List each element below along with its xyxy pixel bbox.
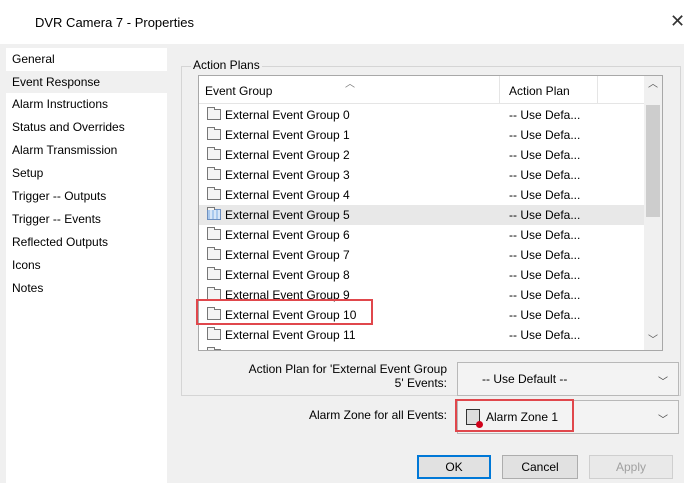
event-group-name: External Event Group 6 <box>225 228 350 242</box>
list-item[interactable]: External Event Group 4 -- Use Defa... <box>199 185 645 205</box>
folder-icon <box>207 287 221 300</box>
list-item[interactable]: External Event Group 2 -- Use Defa... <box>199 145 645 165</box>
folder-icon <box>207 267 221 280</box>
action-plan-value: -- Use Defa... <box>509 328 581 342</box>
column-header-action-plan[interactable]: Action Plan <box>509 76 599 103</box>
list-rows: External Event Group 0 -- Use Defa... Exte… <box>199 105 645 350</box>
sidebar-item-event-response[interactable]: Event Response <box>6 71 167 93</box>
action-plan-value: -- Use Defa... <box>509 208 581 222</box>
column-separator <box>597 76 598 103</box>
sidebar-item-reflected-outputs[interactable]: Reflected Outputs <box>6 231 167 253</box>
sidebar-item-alarm-transmission[interactable]: Alarm Transmission <box>6 139 167 161</box>
action-plan-value: -- Use Defa... <box>509 168 581 182</box>
event-group-name: External Event Group 5 <box>225 208 350 222</box>
action-plan-value: -- Use Defa... <box>509 108 581 122</box>
scroll-down-icon[interactable]: ﹀ <box>644 332 662 350</box>
action-plan-value: -- Use Defa... <box>509 345 580 350</box>
sidebar: General Event Response Alarm Instruction… <box>6 48 167 483</box>
folder-icon <box>207 347 221 350</box>
action-plan-value: -- Use Defa... <box>509 228 581 242</box>
folder-icon <box>207 167 221 180</box>
close-icon[interactable]: ✕ <box>670 12 684 30</box>
list-item[interactable]: External Event Group 3 -- Use Defa... <box>199 165 645 185</box>
event-group-name: External Event Group 1 <box>225 128 350 142</box>
sort-up-icon: ︿ <box>345 79 355 90</box>
action-plan-value: -- Use Defa... <box>509 148 581 162</box>
action-plan-combo[interactable]: -- Use Default -- ﹀ <box>457 362 679 396</box>
list-scrollbar[interactable]: ︿ ﹀ <box>644 76 662 350</box>
action-plan-value: -- Use Defa... <box>509 248 581 262</box>
sidebar-item-alarm-instructions[interactable]: Alarm Instructions <box>6 93 167 115</box>
cancel-button[interactable]: Cancel <box>502 455 578 479</box>
folder-icon <box>207 227 221 240</box>
scroll-thumb[interactable] <box>646 105 660 217</box>
event-response-panel: Action Plans Event Group ︿ Action Plan E… <box>167 44 684 483</box>
list-item[interactable]: External Event Group 9 -- Use Defa... <box>199 285 645 305</box>
folder-icon <box>207 127 221 140</box>
event-group-name: External Event Group 4 <box>225 188 350 202</box>
list-item[interactable]: External Event Group 6 -- Use Defa... <box>199 225 645 245</box>
action-plans-label: Action Plans <box>191 58 262 72</box>
action-plan-value: -- Use Defa... <box>509 308 581 322</box>
label-line-1: Action Plan for 'External Event Group <box>248 362 447 376</box>
title-bar: DVR Camera 7 - Properties ✕ <box>0 0 684 44</box>
list-item[interactable]: External Event Group 5 -- Use Defa... <box>199 205 645 225</box>
folder-icon <box>207 187 221 200</box>
ok-button[interactable]: OK <box>417 455 491 479</box>
alarm-zone-combo[interactable]: Alarm Zone 1 ﹀ <box>457 400 679 434</box>
sidebar-item-setup[interactable]: Setup <box>6 162 167 184</box>
sidebar-item-trigger-outputs[interactable]: Trigger -- Outputs <box>6 185 167 207</box>
event-group-name: External Event Group 3 <box>225 168 350 182</box>
sidebar-item-notes[interactable]: Notes <box>6 277 167 299</box>
chevron-down-icon: ﹀ <box>658 377 668 388</box>
event-group-name: External Event Group 12 <box>225 345 356 350</box>
event-group-name: External Event Group 7 <box>225 248 350 262</box>
folder-icon <box>207 327 221 340</box>
folder-icon <box>207 307 221 320</box>
chevron-down-icon: ﹀ <box>658 415 668 426</box>
alarm-zone-icon <box>466 409 483 428</box>
action-plan-combo-value: -- Use Default -- <box>482 372 568 386</box>
event-group-name: External Event Group 9 <box>225 288 350 302</box>
folder-icon <box>207 107 221 120</box>
folder-icon <box>207 207 221 220</box>
alarm-zone-combo-value: Alarm Zone 1 <box>486 410 559 424</box>
alarm-zone-label: Alarm Zone for all Events: <box>308 408 447 422</box>
scroll-up-icon[interactable]: ︿ <box>644 76 662 94</box>
list-item[interactable]: External Event Group 8 -- Use Defa... <box>199 265 645 285</box>
event-group-name: External Event Group 11 <box>225 328 356 342</box>
column-separator <box>499 76 500 103</box>
sidebar-item-trigger-events[interactable]: Trigger -- Events <box>6 208 167 230</box>
window-title: DVR Camera 7 - Properties <box>35 15 194 30</box>
list-item[interactable]: External Event Group 1 -- Use Defa... <box>199 125 645 145</box>
folder-icon <box>207 147 221 160</box>
event-group-name: External Event Group 2 <box>225 148 350 162</box>
action-plan-value: -- Use Defa... <box>509 288 581 302</box>
list-item[interactable]: External Event Group 10 -- Use Defa... <box>199 305 645 325</box>
list-header: Event Group ︿ Action Plan <box>199 76 645 104</box>
action-plan-selected-label: Action Plan for 'External Event Group 5'… <box>207 362 447 390</box>
action-plan-value: -- Use Defa... <box>509 188 581 202</box>
action-plan-value: -- Use Defa... <box>509 268 581 282</box>
folder-icon <box>207 247 221 260</box>
sidebar-item-icons[interactable]: Icons <box>6 254 167 276</box>
event-group-list[interactable]: Event Group ︿ Action Plan External Event… <box>198 75 663 351</box>
apply-button[interactable]: Apply <box>589 455 673 479</box>
list-item[interactable]: External Event Group 0 -- Use Defa... <box>199 105 645 125</box>
sidebar-item-general[interactable]: General <box>6 48 167 70</box>
label-line-2: 5' Events: <box>394 376 447 390</box>
action-plan-value: -- Use Defa... <box>509 128 581 142</box>
list-item[interactable]: External Event Group 7 -- Use Defa... <box>199 245 645 265</box>
list-item[interactable]: External Event Group 11 -- Use Defa... <box>199 325 645 345</box>
event-group-name: External Event Group 10 <box>225 308 357 322</box>
event-group-name: External Event Group 8 <box>225 268 350 282</box>
list-item[interactable]: External Event Group 12 -- Use Defa... <box>199 345 645 350</box>
sidebar-item-status-overrides[interactable]: Status and Overrides <box>6 116 167 138</box>
event-group-name: External Event Group 0 <box>225 108 350 122</box>
